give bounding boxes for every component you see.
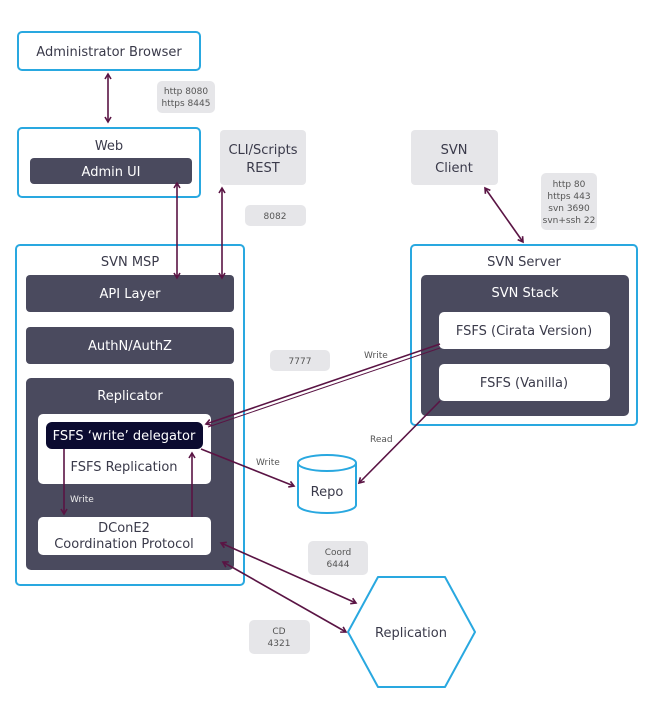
arrow-client-server [484,186,524,244]
svg-text:https 8445: https 8445 [162,99,211,109]
svg-text:CLI/Scripts: CLI/Scripts [228,143,297,158]
fsfs-cirata: FSFS (Cirata Version) [439,312,610,349]
svg-text:7777: 7777 [289,357,312,367]
dcone2-node: DConE2 Coordination Protocol [38,517,211,555]
api-layer: API Layer [26,275,234,312]
write-label: Write [70,495,94,505]
svg-text:http 8080: http 8080 [164,87,209,97]
cli-scripts-node: CLI/Scripts REST [220,130,306,185]
svg-text:FSFS (Vanilla): FSFS (Vanilla) [480,376,568,391]
web-node: Web Admin UI [17,127,201,198]
svn-client-node: SVN Client [411,130,498,185]
svg-text:SVN MSP: SVN MSP [101,255,159,270]
svg-text:Coord: Coord [325,548,352,558]
svg-text:Web: Web [95,139,123,154]
svg-text:4321: 4321 [268,639,291,649]
port-7777-badge: 7777 [270,350,330,371]
cli-port-badge: 8082 [245,205,306,226]
replicator: Replicator FSFS ‘write’ delegator FSFS R… [26,378,234,570]
svg-text:Repo: Repo [311,485,344,500]
svg-text:FSFS ‘write’ delegator: FSFS ‘write’ delegator [53,429,196,444]
svg-text:AuthN/AuthZ: AuthN/AuthZ [88,339,172,354]
svg-text:http 80: http 80 [553,180,586,190]
svg-text:8082: 8082 [264,212,287,222]
svg-text:6444: 6444 [327,560,350,570]
svg-text:Replication: Replication [375,626,447,641]
svg-text:https 443: https 443 [547,192,590,202]
repo-cylinder: Repo [297,454,357,514]
svn-ports-badge: http 80 https 443 svn 3690 svn+ssh 22 [541,173,597,230]
coord-badge: Coord 6444 [308,541,368,575]
web-ports-badge: http 8080 https 8445 [157,81,215,113]
svg-text:Replicator: Replicator [97,389,163,404]
cd-badge: CD 4321 [249,620,310,654]
svn-stack-label: SVN Stack [492,286,559,301]
svg-text:CD: CD [272,627,285,637]
svg-text:SVN Server: SVN Server [487,255,561,270]
svn-msp-node: SVN MSP API Layer AuthN/AuthZ Replicator… [15,244,245,586]
replication-hexagon: Replication [347,576,476,688]
svg-text:SVN: SVN [441,143,468,158]
fsfs-vanilla: FSFS (Vanilla) [439,364,610,401]
svg-text:svn 3690: svn 3690 [548,204,590,214]
svg-text:Administrator Browser: Administrator Browser [36,45,182,60]
svg-text:REST: REST [246,161,279,176]
svg-text:FSFS (Cirata Version): FSFS (Cirata Version) [456,324,592,339]
svg-text:Admin UI: Admin UI [82,165,141,180]
svg-text:Client: Client [435,161,473,176]
fsfs-write-delegator: FSFS ‘write’ delegator [46,422,203,449]
write-label: Write [256,458,280,468]
svg-text:Coordination Protocol: Coordination Protocol [54,537,194,552]
read-label: Read [370,435,393,445]
fsfs-replication-label: FSFS Replication [70,460,177,475]
write-label: Write [364,351,388,361]
architecture-diagram: Administrator Browser http 8080 https 84… [15,31,638,688]
svn-server-node: SVN Server SVN Stack FSFS (Cirata Versio… [410,244,638,426]
svg-text:DConE2: DConE2 [98,521,150,536]
admin-browser-node: Administrator Browser [17,31,201,71]
authn-authz: AuthN/AuthZ [26,327,234,364]
svg-text:API Layer: API Layer [100,287,162,302]
svg-text:svn+ssh 22: svn+ssh 22 [543,216,596,226]
